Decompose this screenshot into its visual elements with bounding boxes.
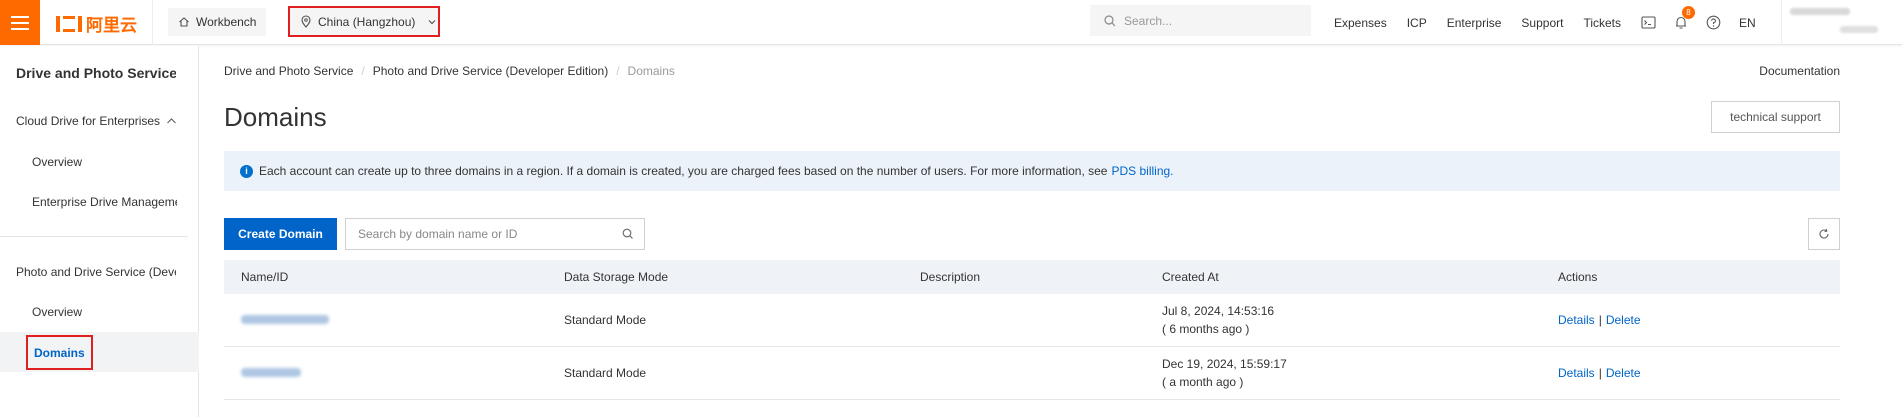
workbench-button[interactable]: Workbench [168, 8, 267, 36]
sidebar-group-label: Photo and Drive Service (Deve [16, 265, 176, 279]
sidebar-item-overview[interactable]: Overview [32, 155, 177, 169]
nav-expenses[interactable]: Expenses [1334, 16, 1387, 30]
info-notice: i Each account can create up to three do… [224, 151, 1840, 191]
top-nav: Expenses ICP Enterprise Support Tickets … [1334, 0, 1776, 45]
logo-mark-icon [56, 15, 82, 32]
menu-icon[interactable] [0, 0, 40, 45]
help-icon[interactable] [1706, 15, 1721, 30]
refresh-button[interactable] [1808, 218, 1840, 250]
divider [1781, 0, 1782, 45]
location-pin-icon [301, 15, 311, 28]
sidebar: Drive and Photo Service I Cloud Drive fo… [0, 46, 199, 417]
terminal-icon[interactable] [1641, 16, 1656, 29]
refresh-icon [1819, 228, 1829, 239]
created-at: Dec 19, 2024, 15:59:17 ( a month ago ) [1162, 357, 1287, 389]
domain-search-box [345, 218, 645, 250]
workbench-label: Workbench [196, 15, 257, 29]
row-actions: Details | Delete [1558, 366, 1641, 380]
created-date: Dec 19, 2024, 15:59:17 [1162, 357, 1287, 371]
region-selector[interactable]: China (Hangzhou) [288, 6, 440, 37]
sidebar-group-label: Cloud Drive for Enterprises [16, 114, 161, 128]
main-content: Drive and Photo Service / Photo and Drive … [224, 46, 1840, 417]
region-label: China (Hangzhou) [318, 14, 416, 29]
storage-mode: Standard Mode [564, 313, 647, 327]
table-row: Standard Mode Jul 8, 2024, 14:53:16 ( 6 … [224, 294, 1840, 347]
alibaba-cloud-logo[interactable]: 阿里云 [56, 11, 137, 36]
sidebar-group-cloud-drive[interactable]: Cloud Drive for Enterprises [16, 114, 177, 128]
notice-text: Each account can create up to three doma… [259, 164, 1108, 178]
pds-billing-link[interactable]: PDS billing. [1111, 164, 1173, 178]
details-link[interactable]: Details [1558, 366, 1595, 380]
column-header-actions: Actions [1558, 270, 1598, 284]
created-relative: ( 6 months ago ) [1162, 322, 1250, 336]
column-header-description: Description [920, 270, 981, 284]
sidebar-item-domains[interactable]: Domains [26, 335, 93, 370]
created-relative: ( a month ago ) [1162, 375, 1244, 389]
language-switch[interactable]: EN [1739, 16, 1756, 30]
logo-text: 阿里云 [86, 16, 137, 35]
delete-link[interactable]: Delete [1606, 313, 1641, 327]
chevron-up-icon [167, 118, 176, 124]
breadcrumb-item[interactable]: Photo and Drive Service (Developer Editi… [373, 64, 608, 78]
sidebar-divider [0, 236, 188, 237]
details-link[interactable]: Details [1558, 313, 1595, 327]
nav-enterprise[interactable]: Enterprise [1447, 16, 1502, 30]
breadcrumb: Drive and Photo Service / Photo and Drive … [224, 64, 675, 78]
account-name-redacted [1790, 8, 1850, 15]
info-icon: i [240, 164, 253, 178]
sidebar-title: Drive and Photo Service I [16, 65, 176, 81]
nav-support[interactable]: Support [1521, 16, 1563, 30]
divider [152, 0, 153, 45]
bell-icon[interactable]: 8 [1674, 6, 1696, 30]
notification-badge: 8 [1682, 6, 1696, 19]
domain-name-link[interactable] [241, 313, 329, 327]
created-at: Jul 8, 2024, 14:53:16 ( 6 months ago ) [1162, 304, 1274, 336]
search-icon[interactable] [622, 228, 634, 240]
global-search[interactable]: Search... [1090, 5, 1311, 36]
search-placeholder: Search... [1124, 13, 1173, 28]
domains-table: Name/ID Data Storage Mode Description Cr… [224, 260, 1840, 400]
nav-icp[interactable]: ICP [1407, 16, 1427, 30]
sidebar-item-label: Domains [34, 345, 85, 360]
table-header: Name/ID Data Storage Mode Description Cr… [224, 260, 1840, 294]
domain-search-input[interactable] [358, 227, 608, 241]
column-header-name-id: Name/ID [241, 270, 289, 284]
search-icon [1104, 14, 1116, 26]
sidebar-group-photo-drive[interactable]: Photo and Drive Service (Deve [16, 265, 176, 279]
table-row: Standard Mode Dec 19, 2024, 15:59:17 ( a… [224, 347, 1840, 400]
user-account[interactable] [1790, 6, 1890, 38]
created-date: Jul 8, 2024, 14:53:16 [1162, 304, 1275, 318]
home-icon [179, 17, 189, 27]
sidebar-item-enterprise-drive-management[interactable]: Enterprise Drive Manageme [32, 195, 177, 209]
breadcrumb-item[interactable]: Drive and Photo Service [224, 64, 353, 78]
documentation-link[interactable]: Documentation [1759, 64, 1840, 78]
storage-mode: Standard Mode [564, 366, 647, 380]
delete-link[interactable]: Delete [1606, 366, 1641, 380]
domain-name-link[interactable] [241, 366, 301, 380]
column-header-created-at: Created At [1162, 270, 1219, 284]
page-title: Domains [224, 102, 327, 132]
chevron-down-icon [428, 19, 436, 24]
nav-tickets[interactable]: Tickets [1583, 16, 1621, 30]
create-domain-button[interactable]: Create Domain [224, 218, 337, 250]
column-header-storage-mode: Data Storage Mode [564, 270, 669, 284]
account-id-redacted [1840, 26, 1878, 33]
sidebar-item-overview[interactable]: Overview [32, 305, 177, 319]
row-actions: Details | Delete [1558, 313, 1641, 327]
breadcrumb-current: Domains [627, 64, 675, 78]
top-bar: 阿里云 Workbench China (Hangzhou) Search...… [0, 0, 1902, 45]
technical-support-button[interactable]: technical support [1711, 101, 1840, 133]
